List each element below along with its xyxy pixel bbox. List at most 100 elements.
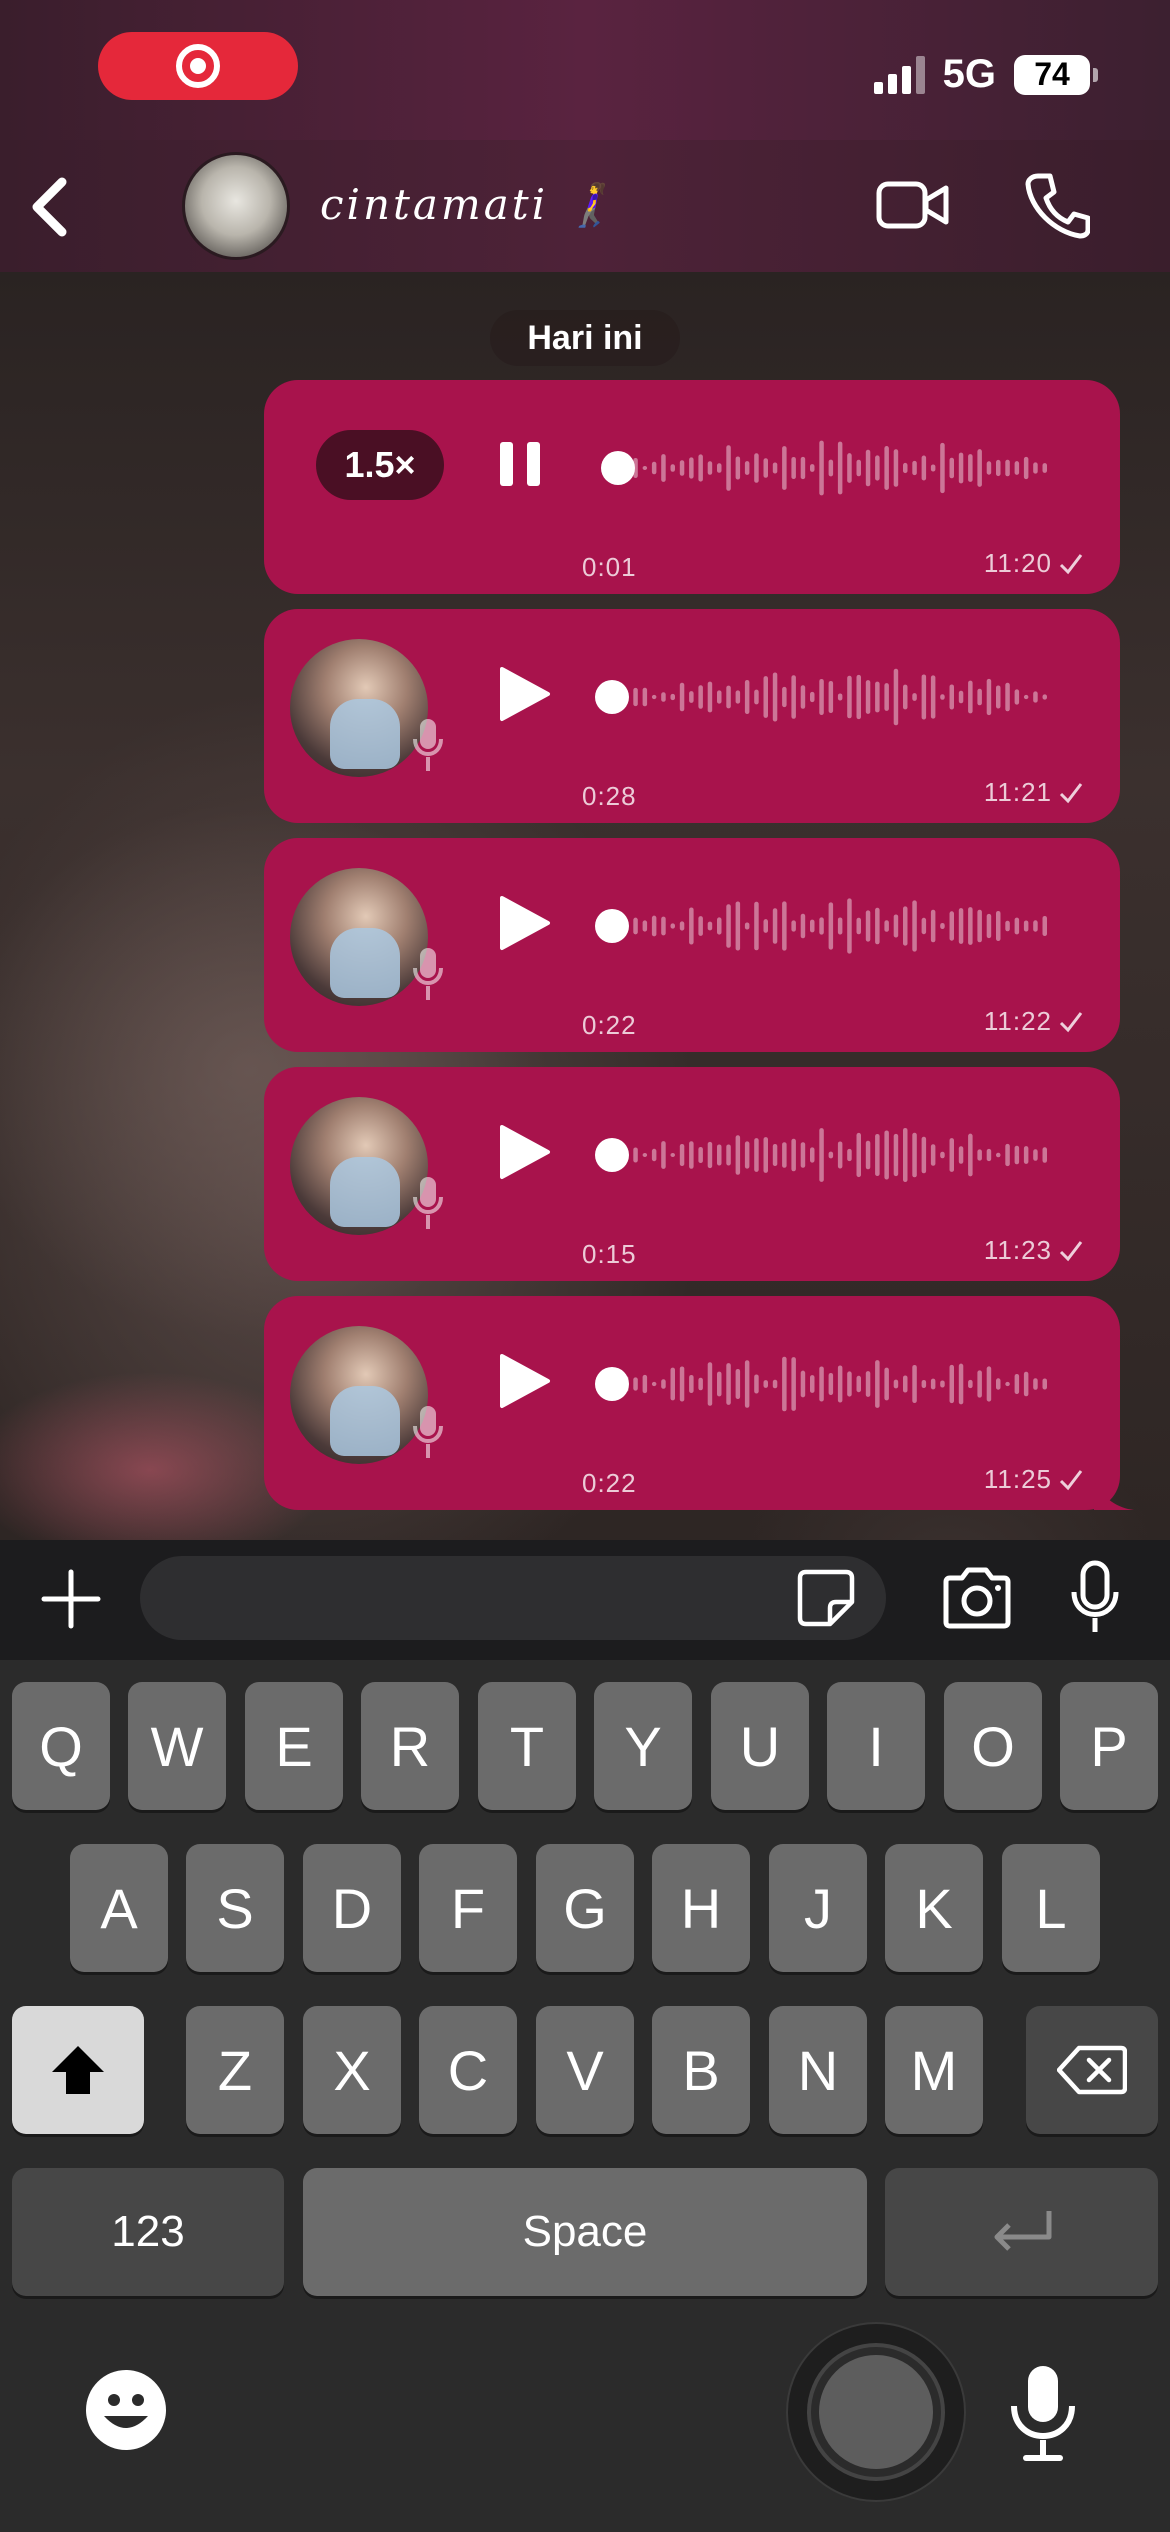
key-b[interactable]: B — [652, 2006, 750, 2134]
voice-message[interactable]: 0:22 11:25 — [264, 1296, 1134, 1510]
key-label: D — [331, 1876, 373, 1940]
voice-message[interactable]: 0:28 11:21 — [264, 609, 1120, 823]
waveform-bar — [986, 1148, 992, 1162]
waveform-bar — [642, 687, 648, 707]
assistive-touch-button[interactable] — [786, 2322, 966, 2502]
status-bar: 5G 74 — [0, 0, 1170, 140]
shift-key[interactable] — [12, 2006, 144, 2134]
key-u[interactable]: U — [711, 1682, 809, 1810]
waveform-bar — [698, 454, 703, 482]
waveform-bar — [744, 461, 750, 475]
playback-scrubber[interactable] — [595, 1138, 629, 1172]
playback-scrubber[interactable] — [595, 1367, 629, 1401]
screen-record-indicator[interactable] — [98, 32, 298, 100]
waveform-bar — [847, 1371, 852, 1397]
waveform-bar — [1033, 1378, 1038, 1390]
key-label: S — [216, 1876, 254, 1940]
key-m[interactable]: M — [885, 2006, 983, 2134]
waveform-bar — [856, 1132, 861, 1178]
waveform-bar — [689, 457, 694, 479]
waveform-bar — [717, 917, 722, 935]
key-label: P — [1090, 1714, 1128, 1778]
play-icon[interactable] — [496, 1123, 552, 1181]
key-e[interactable]: E — [245, 1682, 343, 1810]
playback-speed-button[interactable]: 1.5× — [316, 430, 444, 500]
waveform-bar — [986, 1366, 992, 1402]
key-i[interactable]: I — [827, 1682, 925, 1810]
playback-scrubber[interactable] — [601, 451, 635, 485]
key-t[interactable]: T — [478, 1682, 576, 1810]
key-s[interactable]: S — [186, 1844, 284, 1972]
key-d[interactable]: D — [303, 1844, 401, 1972]
dictation-icon[interactable] — [1006, 2362, 1080, 2462]
key-f[interactable]: F — [419, 1844, 517, 1972]
play-icon[interactable] — [496, 894, 552, 952]
waveform-bar — [726, 445, 731, 491]
camera-icon[interactable] — [940, 1564, 1014, 1630]
waveform[interactable] — [594, 890, 1054, 962]
waveform-bar — [726, 685, 731, 709]
waveform-bar — [754, 901, 759, 951]
emoji-icon[interactable] — [84, 2368, 168, 2452]
video-call-icon[interactable] — [876, 170, 950, 240]
key-q[interactable]: Q — [12, 1682, 110, 1810]
sender-avatar — [290, 639, 428, 777]
key-y[interactable]: Y — [594, 1682, 692, 1810]
key-o[interactable]: O — [944, 1682, 1042, 1810]
back-icon[interactable] — [22, 172, 82, 242]
contact-name[interactable]: cintamati 🚶‍♀️ — [320, 180, 620, 230]
waveform-bar — [679, 460, 685, 476]
numbers-key[interactable]: 123 — [12, 2168, 284, 2296]
playback-scrubber[interactable] — [595, 909, 629, 943]
contact-avatar[interactable] — [182, 152, 290, 260]
key-a[interactable]: A — [70, 1844, 168, 1972]
waveform-bar — [735, 456, 741, 480]
waveform-bar — [735, 690, 741, 704]
key-h[interactable]: H — [652, 1844, 750, 1972]
playback-scrubber[interactable] — [595, 680, 629, 714]
waveform-bar — [958, 1363, 964, 1405]
key-w[interactable]: W — [128, 1682, 226, 1810]
waveform[interactable] — [594, 1119, 1054, 1191]
key-p[interactable]: P — [1060, 1682, 1158, 1810]
waveform-bar — [968, 1133, 973, 1177]
message-input[interactable] — [140, 1556, 886, 1640]
waveform-bar — [865, 1371, 871, 1397]
mic-icon — [413, 948, 443, 1000]
waveform[interactable] — [594, 432, 1054, 504]
voice-message[interactable]: 1.5× 0:01 11:20 — [264, 380, 1120, 594]
waveform-bar — [1014, 917, 1020, 935]
waveform-bar — [651, 694, 657, 700]
waveform-bar — [921, 1380, 927, 1388]
pause-icon[interactable] — [496, 440, 544, 488]
key-j[interactable]: J — [769, 1844, 867, 1972]
backspace-key[interactable] — [1026, 2006, 1158, 2134]
waveform-bar — [930, 464, 936, 472]
return-key[interactable] — [885, 2168, 1158, 2296]
waveform[interactable] — [594, 1348, 1054, 1420]
space-key[interactable]: Space — [303, 2168, 867, 2296]
waveform-bar — [837, 1365, 843, 1403]
key-r[interactable]: R — [361, 1682, 459, 1810]
play-icon[interactable] — [496, 665, 552, 723]
key-v[interactable]: V — [536, 2006, 634, 2134]
key-x[interactable]: X — [303, 2006, 401, 2134]
key-c[interactable]: C — [419, 2006, 517, 2134]
waveform-bar — [642, 920, 648, 932]
voice-message[interactable]: 0:22 11:22 — [264, 838, 1120, 1052]
waveform[interactable] — [594, 661, 1054, 733]
key-n[interactable]: N — [769, 2006, 867, 2134]
key-z[interactable]: Z — [186, 2006, 284, 2134]
key-g[interactable]: G — [536, 1844, 634, 1972]
key-l[interactable]: L — [1002, 1844, 1100, 1972]
play-icon[interactable] — [496, 1352, 552, 1410]
key-k[interactable]: K — [885, 1844, 983, 1972]
sticker-icon[interactable] — [796, 1568, 856, 1628]
voice-message[interactable]: 0:15 11:23 — [264, 1067, 1120, 1281]
key-label: T — [509, 1714, 545, 1778]
waveform-bar — [940, 1380, 945, 1388]
phone-icon[interactable] — [1024, 170, 1090, 240]
mic-icon[interactable] — [1070, 1560, 1120, 1634]
plus-icon[interactable] — [38, 1566, 104, 1632]
waveform-bar — [819, 679, 824, 715]
